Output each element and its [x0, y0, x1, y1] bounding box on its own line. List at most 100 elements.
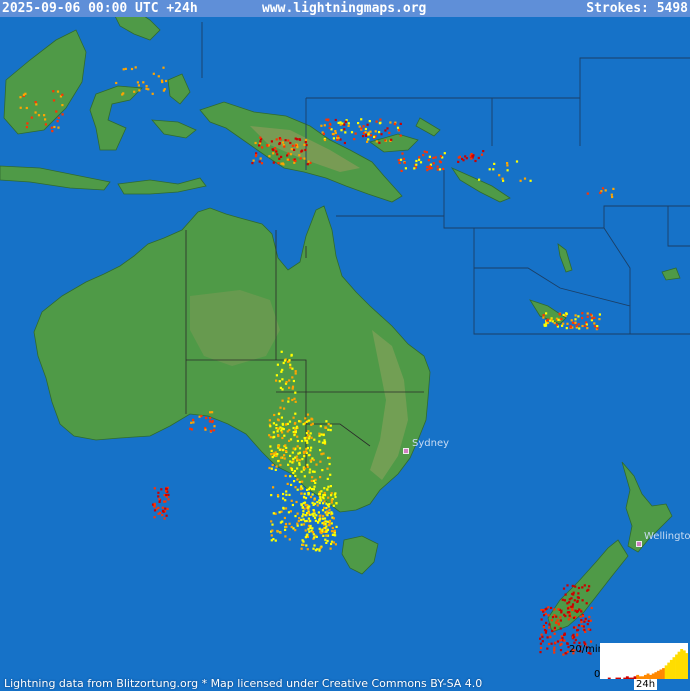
- lightning-stroke: [283, 457, 286, 460]
- lightning-stroke: [332, 137, 335, 140]
- lightning-stroke: [281, 431, 284, 434]
- lightning-stroke: [287, 397, 290, 400]
- lightning-stroke: [360, 118, 363, 121]
- lightning-stroke: [310, 488, 313, 491]
- lightning-stroke: [275, 150, 278, 153]
- lightning-stroke: [325, 426, 328, 429]
- lightning-stroke: [287, 511, 290, 514]
- lightning-stroke: [312, 547, 315, 550]
- lightning-stroke: [294, 412, 297, 415]
- lightning-stroke: [283, 359, 287, 362]
- lightning-stroke: [270, 534, 273, 537]
- lightning-stroke: [190, 421, 193, 424]
- lightning-stroke: [598, 313, 601, 316]
- lightning-stroke: [457, 160, 460, 163]
- lightning-stroke: [471, 154, 474, 158]
- lightning-stroke: [566, 322, 569, 325]
- lightning-stroke: [546, 647, 549, 650]
- lightning-stroke: [284, 474, 287, 477]
- lightning-stroke: [498, 174, 501, 177]
- lightning-stroke: [578, 327, 581, 330]
- lightning-stroke: [192, 421, 195, 424]
- lightning-map[interactable]: 2025-09-06 00:00 UTC +24h www.lightningm…: [0, 0, 690, 691]
- lightning-stroke: [281, 427, 284, 430]
- lightning-stroke: [542, 316, 545, 319]
- lightning-stroke: [301, 480, 304, 483]
- lightning-stroke: [291, 461, 294, 464]
- lightning-stroke: [329, 429, 332, 432]
- lightning-stroke: [347, 122, 350, 125]
- lightning-stroke: [399, 158, 403, 161]
- lightning-stroke: [293, 480, 296, 483]
- lightning-stroke: [290, 499, 293, 502]
- lightning-stroke: [280, 456, 283, 459]
- lightning-stroke: [555, 323, 559, 326]
- lightning-stroke: [567, 607, 570, 610]
- lightning-stroke: [283, 145, 286, 148]
- lightning-stroke: [308, 530, 311, 533]
- lightning-stroke: [306, 465, 309, 468]
- lightning-stroke: [299, 488, 302, 491]
- lightning-stroke: [501, 177, 504, 180]
- lightning-stroke: [281, 422, 284, 425]
- lightning-stroke: [292, 379, 295, 383]
- lightning-stroke: [270, 467, 273, 470]
- lightning-stroke: [570, 319, 573, 322]
- lightning-stroke: [279, 138, 282, 141]
- lightning-stroke: [153, 487, 156, 490]
- lightning-stroke: [574, 638, 577, 642]
- lightning-stroke: [302, 513, 305, 516]
- lightning-stroke: [303, 143, 306, 146]
- lightning-stroke: [157, 75, 160, 78]
- lightning-stroke: [330, 492, 333, 495]
- lightning-stroke: [300, 547, 303, 550]
- lightning-stroke: [332, 504, 335, 507]
- lightning-stroke: [296, 458, 299, 461]
- lightning-stroke: [564, 593, 567, 596]
- lightning-stroke: [283, 407, 286, 410]
- lightning-stroke: [115, 81, 118, 85]
- lightning-stroke: [164, 500, 167, 503]
- lightning-stroke: [311, 527, 314, 530]
- lightning-stroke: [539, 651, 542, 654]
- lightning-stroke: [323, 506, 326, 509]
- lightning-stroke: [165, 79, 168, 83]
- lightning-stroke: [280, 370, 283, 373]
- timestamp-label: 2025-09-06 00:00 UTC +24h: [2, 1, 198, 16]
- lightning-stroke: [563, 599, 566, 602]
- lightning-stroke: [308, 471, 311, 474]
- lightning-stroke: [566, 611, 569, 614]
- lightning-stroke: [474, 159, 477, 163]
- lightning-stroke: [340, 129, 343, 132]
- lightning-stroke: [539, 646, 543, 650]
- lightning-stroke: [589, 640, 593, 643]
- lightning-stroke: [294, 474, 297, 478]
- lightning-stroke: [319, 476, 322, 479]
- lightning-stroke: [276, 494, 280, 497]
- lightning-stroke: [321, 509, 325, 512]
- lightning-stroke: [574, 321, 577, 324]
- lightning-stroke: [361, 135, 365, 138]
- lightning-stroke: [553, 646, 556, 649]
- lightning-stroke: [288, 359, 291, 362]
- lightning-stroke: [539, 642, 542, 645]
- lightning-stroke: [328, 456, 331, 460]
- lightning-stroke: [555, 621, 558, 624]
- lightning-stroke: [402, 157, 405, 160]
- lightning-stroke: [367, 138, 370, 141]
- lightning-stroke: [282, 492, 285, 496]
- lightning-stroke: [210, 429, 213, 433]
- sydney-marker[interactable]: [403, 448, 409, 454]
- lightning-stroke: [296, 435, 299, 438]
- lightning-stroke: [336, 138, 339, 141]
- lightning-stroke: [553, 626, 556, 629]
- lightning-stroke: [288, 493, 291, 496]
- map-canvas[interactable]: [0, 0, 690, 691]
- wellington-marker[interactable]: [636, 541, 642, 547]
- lightning-stroke: [271, 463, 274, 467]
- lightning-stroke: [324, 520, 327, 523]
- lightning-stroke: [572, 593, 575, 596]
- site-url-link[interactable]: www.lightningmaps.org: [262, 0, 426, 17]
- lightning-stroke: [393, 123, 396, 126]
- lightning-stroke: [274, 539, 277, 542]
